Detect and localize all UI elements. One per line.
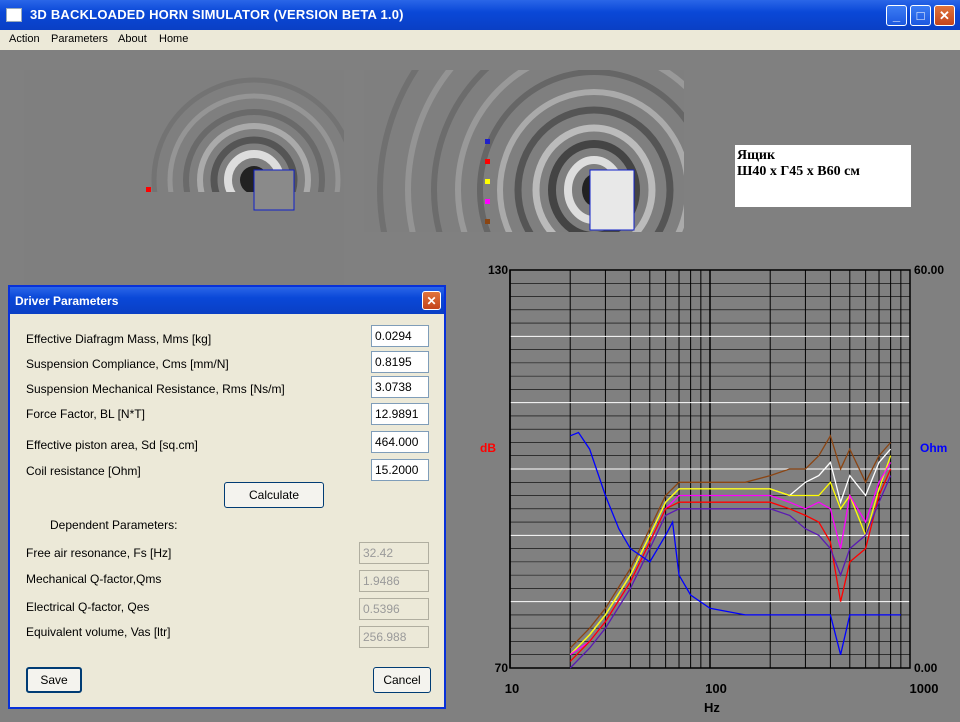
y2-max-label: 60.00 [914, 263, 944, 277]
horn-box-marker-left [253, 169, 295, 211]
title-bar: 3D BACKLOADED HORN SIMULATOR (VERSION BE… [0, 0, 960, 30]
save-button[interactable]: Save [26, 667, 82, 693]
frequency-response-chart: 130 70 60.00 0.00 dB Ohm 10 100 1000 Hz [480, 263, 947, 715]
param-label-cms: Suspension Compliance, Cms [mm/N] [26, 357, 229, 371]
main-window: 3D BACKLOADED HORN SIMULATOR (VERSION BE… [0, 0, 960, 722]
menu-about[interactable]: About [118, 33, 147, 45]
dep-label-vas: Equivalent volume, Vas [ltr] [26, 625, 171, 639]
param-label-rms: Suspension Mechanical Resistance, Rms [N… [26, 382, 285, 396]
mic-point-blue [485, 139, 490, 144]
param-label-re: Coil resistance [Ohm] [26, 464, 141, 478]
box-dimensions-label: Ящик Ш40 х Г45 х В60 см [735, 145, 911, 207]
calculate-button[interactable]: Calculate [224, 482, 324, 508]
wave-field-right-svg [364, 70, 684, 232]
sd-input[interactable]: 464.000 [371, 431, 429, 453]
y-axis-label: dB [480, 441, 496, 455]
dialog-title: Driver Parameters [15, 294, 119, 308]
y2-min-label: 0.00 [914, 661, 938, 675]
box-dimensions: Ш40 х Г45 х В60 см [737, 164, 860, 179]
close-button[interactable]: ✕ [934, 5, 955, 26]
menu-action[interactable]: Action [9, 33, 40, 45]
mic-point-magenta [485, 199, 490, 204]
dep-label-qms: Mechanical Q-factor,Qms [26, 572, 162, 586]
dependent-header: Dependent Parameters: [50, 518, 178, 532]
wave-field-right [364, 70, 684, 232]
driver-parameters-dialog: Driver Parameters ✕ Effective Diafragm M… [8, 285, 446, 709]
wave-field-left-svg [24, 70, 344, 290]
x-tick-1000: 1000 [910, 681, 939, 696]
vas-readonly: 256.988 [359, 626, 429, 648]
mic-point-yellow [485, 179, 490, 184]
dep-label-fs: Free air resonance, Fs [Hz] [26, 546, 172, 560]
wave-field-left [24, 70, 344, 290]
x-tick-100: 100 [705, 681, 727, 696]
cancel-button[interactable]: Cancel [373, 667, 431, 693]
x-tick-10: 10 [505, 681, 519, 696]
bl-input[interactable]: 12.9891 [371, 403, 429, 425]
mic-point-red [146, 187, 151, 192]
minimize-button[interactable]: _ [886, 5, 907, 26]
menu-home[interactable]: Home [159, 33, 188, 45]
app-icon [6, 8, 22, 22]
x-axis-label: Hz [704, 700, 720, 715]
dialog-title-bar: Driver Parameters ✕ [10, 287, 444, 314]
rms-input[interactable]: 3.0738 [371, 376, 429, 398]
cms-input[interactable]: 0.8195 [371, 351, 429, 373]
maximize-button[interactable]: □ [910, 5, 931, 26]
menu-bar: Action Parameters About Home [0, 30, 960, 50]
horn-box-marker-right [589, 169, 635, 231]
menu-parameters[interactable]: Parameters [51, 33, 108, 45]
box-title: Ящик [737, 148, 776, 163]
y-min-label: 70 [495, 661, 509, 675]
qes-readonly: 0.5396 [359, 598, 429, 620]
mic-point-brown [485, 219, 490, 224]
param-label-mms: Effective Diafragm Mass, Mms [kg] [26, 332, 212, 346]
qms-readonly: 1.9486 [359, 570, 429, 592]
y-max-label: 130 [488, 263, 508, 277]
re-input[interactable]: 15.2000 [371, 459, 429, 481]
dialog-close-button[interactable]: ✕ [422, 291, 441, 310]
y2-axis-label: Ohm [920, 441, 947, 455]
param-label-bl: Force Factor, BL [N*T] [26, 407, 145, 421]
fs-readonly: 32.42 [359, 542, 429, 564]
window-title: 3D BACKLOADED HORN SIMULATOR (VERSION BE… [30, 7, 404, 22]
mms-input[interactable]: 0.0294 [371, 325, 429, 347]
mic-point-red-2 [485, 159, 490, 164]
dep-label-qes: Electrical Q-factor, Qes [26, 600, 150, 614]
param-label-sd: Effective piston area, Sd [sq.cm] [26, 438, 198, 452]
